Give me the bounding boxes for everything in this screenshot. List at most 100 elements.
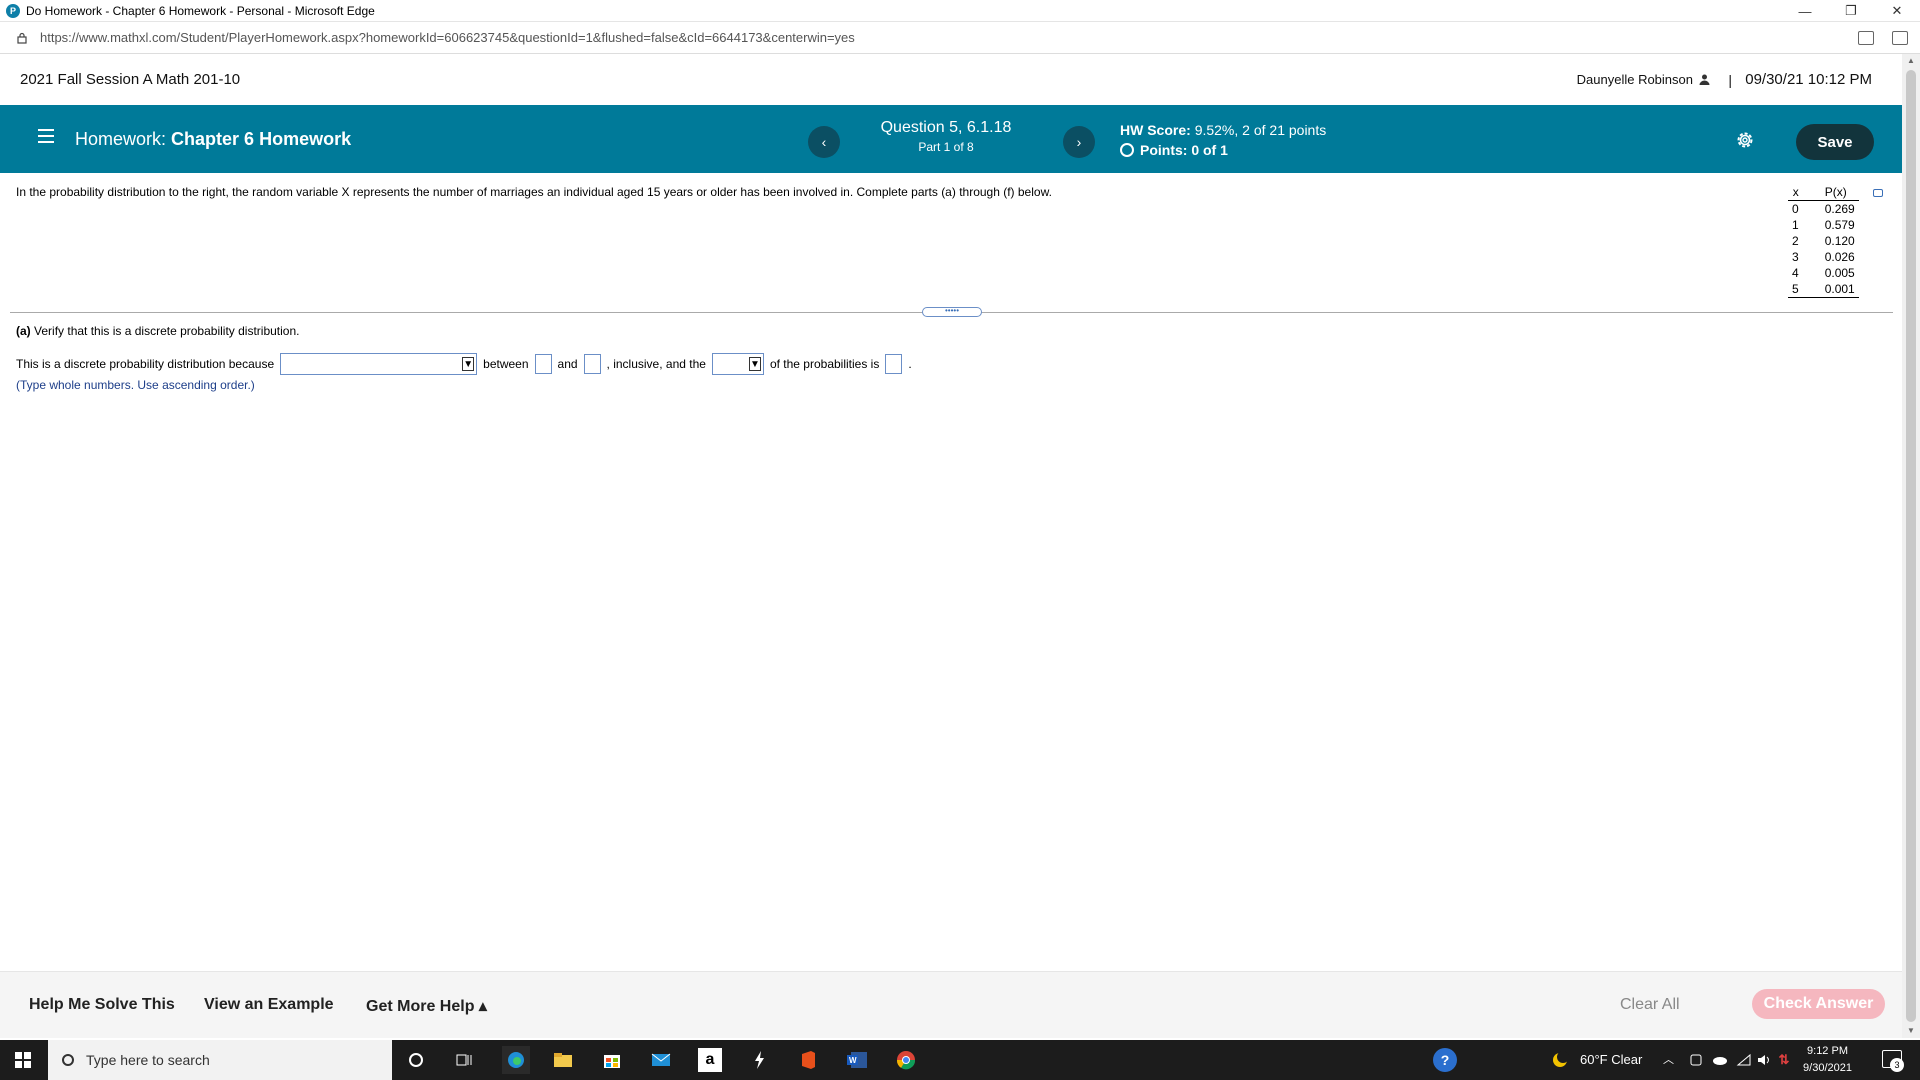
- table-row: 4 0.005: [1788, 265, 1859, 281]
- homework-label: Homework:: [75, 129, 167, 149]
- upper-bound-input[interactable]: [583, 354, 601, 374]
- clock-time: 9:12 PM: [1807, 1045, 1848, 1057]
- cell-px: 0.026: [1824, 250, 1855, 264]
- word-icon[interactable]: W: [845, 1048, 869, 1072]
- scroll-down-icon[interactable]: ▼: [1907, 1026, 1915, 1035]
- user-info[interactable]: Daunyelle Robinson: [1577, 72, 1710, 87]
- address-bar: https://www.mathxl.com/Student/PlayerHom…: [0, 22, 1920, 54]
- taskbar-search[interactable]: Type here to search: [48, 1040, 392, 1080]
- onedrive-icon[interactable]: [1708, 1048, 1732, 1072]
- cell-x: 5: [1788, 281, 1815, 298]
- period-text: .: [908, 357, 912, 371]
- clear-all-button[interactable]: Clear All: [1620, 996, 1680, 1014]
- help-tips-icon[interactable]: ?: [1433, 1048, 1457, 1072]
- chrome-icon[interactable]: [894, 1048, 918, 1072]
- table-header-x: x: [1788, 184, 1815, 201]
- table-row: 2 0.120: [1788, 233, 1859, 249]
- help-me-solve-button[interactable]: Help Me Solve This: [29, 996, 175, 1014]
- edge-browser-icon[interactable]: [502, 1046, 530, 1074]
- part-a-text: Verify that this is a discrete probabili…: [34, 324, 300, 338]
- part-a-heading: (a) Verify that this is a discrete proba…: [16, 324, 299, 338]
- settings-gear-icon[interactable]: [1735, 130, 1755, 150]
- mail-icon[interactable]: [649, 1048, 673, 1072]
- cell-x: 2: [1792, 234, 1799, 248]
- close-button[interactable]: ✕: [1874, 0, 1920, 22]
- window-title: Do Homework - Chapter 6 Homework - Perso…: [26, 3, 375, 18]
- of-probabilities-text: of the probabilities is: [769, 357, 880, 371]
- notification-count: 3: [1890, 1058, 1904, 1072]
- dropdown-arrow-icon: ▼: [748, 357, 761, 371]
- points-text: Points: 0 of 1: [1140, 142, 1228, 158]
- scrollbar-thumb[interactable]: [1906, 70, 1916, 1022]
- answer-hint: (Type whole numbers. Use ascending order…: [16, 378, 255, 392]
- meet-now-icon[interactable]: [1684, 1048, 1708, 1072]
- reading-view-icon[interactable]: [1858, 30, 1874, 45]
- cell-px: 0.579: [1824, 218, 1855, 232]
- tray-chevron-icon[interactable]: ︿: [1663, 1040, 1674, 1080]
- url-field[interactable]: https://www.mathxl.com/Student/PlayerHom…: [40, 30, 855, 45]
- header-separator: |: [1728, 71, 1732, 88]
- question-number: Question 5, 6.1.18: [880, 119, 1012, 136]
- question-text: In the probability distribution to the r…: [16, 185, 1052, 199]
- search-icon: [62, 1054, 74, 1066]
- aggregate-dropdown[interactable]: ▼: [711, 353, 764, 375]
- question-info: Question 5, 6.1.18 Part 1 of 8: [851, 119, 1041, 154]
- header-datetime: 09/30/21 10:12 PM: [1745, 71, 1872, 88]
- clock-date: 9/30/2021: [1803, 1062, 1852, 1074]
- homework-bar: Homework: Chapter 6 Homework ‹ Question …: [0, 105, 1902, 173]
- user-icon: [1699, 74, 1710, 85]
- task-view-icon[interactable]: [452, 1048, 476, 1072]
- taskbar-search-placeholder: Type here to search: [86, 1052, 210, 1068]
- table-row: 1 0.579: [1788, 217, 1859, 233]
- cell-x: 0: [1792, 202, 1799, 216]
- sum-input[interactable]: [885, 354, 903, 374]
- taskbar-clock[interactable]: 9:12 PM 9/30/2021: [1780, 1043, 1875, 1077]
- user-name: Daunyelle Robinson: [1576, 72, 1693, 87]
- answer-line: This is a discrete probability distribut…: [16, 353, 912, 375]
- save-button[interactable]: Save: [1796, 124, 1874, 160]
- minimize-button[interactable]: —: [1782, 0, 1828, 22]
- dropdown-arrow-icon: ▼: [462, 357, 475, 371]
- cell-x: 1: [1792, 218, 1799, 232]
- check-answer-button[interactable]: Check Answer: [1752, 989, 1885, 1019]
- lock-icon[interactable]: [16, 32, 28, 44]
- cell-px: 0.120: [1824, 234, 1855, 248]
- resize-grip[interactable]: •••••: [922, 307, 982, 317]
- hw-score: HW Score: 9.52%, 2 of 21 points: [1120, 122, 1326, 138]
- help-footer: Help Me Solve This View an Example Get M…: [0, 971, 1902, 1038]
- collections-icon[interactable]: [1892, 30, 1908, 45]
- mathxl-app-icon: P: [6, 3, 20, 18]
- restore-button[interactable]: ❐: [1828, 0, 1874, 22]
- amazon-icon[interactable]: a: [698, 1048, 722, 1072]
- and-text: and: [557, 357, 578, 371]
- menu-icon[interactable]: [38, 129, 54, 143]
- moon-weather-icon: [1548, 1048, 1572, 1072]
- windows-taskbar: Type here to search a W ? 60°F Clear ︿ ⇅…: [0, 1040, 1920, 1080]
- cortana-icon[interactable]: [404, 1048, 428, 1072]
- points-status: Points: 0 of 1: [1120, 142, 1228, 158]
- course-header: 2021 Fall Session A Math 201-10 Daunyell…: [0, 54, 1902, 105]
- copy-table-icon[interactable]: [1873, 189, 1883, 197]
- between-text: between: [483, 357, 529, 371]
- homework-name: Chapter 6 Homework: [171, 129, 352, 149]
- hw-score-value: 9.52%, 2 of 21 points: [1194, 122, 1327, 138]
- office-icon[interactable]: [796, 1048, 820, 1072]
- page-scrollbar[interactable]: ▲ ▼: [1902, 54, 1920, 1038]
- view-example-button[interactable]: View an Example: [204, 996, 334, 1014]
- probability-table: x P(x) 0 0.269 1 0.579 2 0.120 3 0.026 4 0.00…: [1788, 184, 1859, 298]
- get-more-help-button[interactable]: Get More Help ▴: [366, 996, 487, 1016]
- weather-text[interactable]: 60°F Clear: [1580, 1040, 1642, 1080]
- windows-start-icon[interactable]: [15, 1052, 31, 1068]
- prev-question-button[interactable]: ‹: [808, 126, 840, 158]
- lower-bound-input[interactable]: [534, 354, 552, 374]
- homework-title: Homework: Chapter 6 Homework: [75, 129, 351, 150]
- microsoft-store-icon[interactable]: [600, 1048, 624, 1072]
- app-bolt-icon[interactable]: [747, 1048, 771, 1072]
- file-explorer-icon[interactable]: [551, 1048, 575, 1072]
- window-titlebar: P Do Homework - Chapter 6 Homework - Per…: [0, 0, 1920, 22]
- reason-dropdown[interactable]: ▼: [280, 353, 478, 375]
- scroll-up-icon[interactable]: ▲: [1907, 56, 1915, 65]
- svg-text:W: W: [849, 1056, 857, 1065]
- next-question-button[interactable]: ›: [1063, 126, 1095, 158]
- question-part: Part 1 of 8: [918, 140, 974, 154]
